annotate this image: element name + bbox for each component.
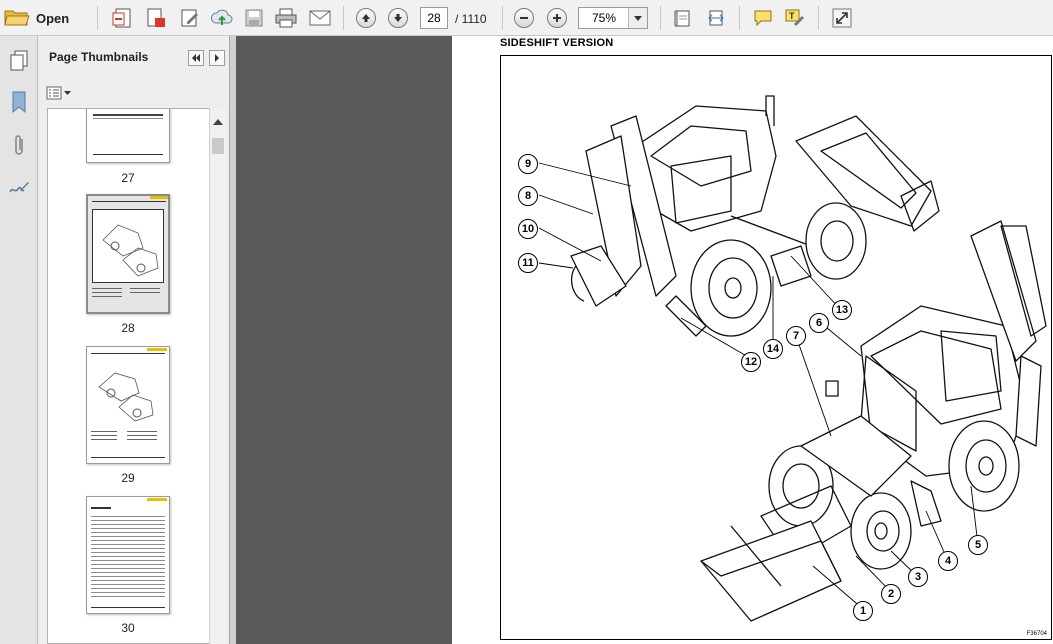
scroll-up-icon[interactable]	[213, 114, 223, 128]
zoom-select[interactable]: 75%	[578, 7, 648, 29]
save-icon[interactable]	[242, 6, 266, 30]
thumbnail-page-28[interactable]	[86, 194, 170, 314]
attachments-icon[interactable]	[7, 134, 31, 158]
svg-text:T: T	[789, 11, 795, 21]
toolbar-separator	[818, 6, 819, 30]
thumbnail-page-29[interactable]	[86, 346, 170, 464]
highlight-icon[interactable]: T	[783, 6, 807, 30]
chevron-down-icon[interactable]	[628, 8, 647, 28]
panel-title: Page Thumbnails	[49, 50, 149, 64]
page-heading: SIDESHIFT VERSION	[500, 37, 614, 49]
convert-icon[interactable]	[144, 6, 168, 30]
callout-7: 7	[786, 326, 806, 346]
thumbnail-label: 28	[121, 321, 135, 335]
toolbar-separator	[660, 6, 661, 30]
fullscreen-icon[interactable]	[830, 6, 854, 30]
zoom-out-icon[interactable]	[512, 6, 536, 30]
callout-12: 12	[741, 352, 761, 372]
thumbnail-scrollbar[interactable]	[209, 108, 227, 644]
callout-3: 3	[908, 567, 928, 587]
toolbar-separator	[97, 6, 98, 30]
page-number-input[interactable]: 28	[420, 7, 448, 29]
page-thumbnails-icon[interactable]	[7, 48, 31, 72]
cloud-upload-icon[interactable]	[210, 6, 234, 30]
open-label: Open	[36, 10, 70, 26]
callout-14: 14	[763, 339, 783, 359]
edit-icon[interactable]	[178, 6, 202, 30]
create-pdf-icon[interactable]	[110, 6, 134, 30]
toolbar-separator	[502, 6, 503, 30]
thumbnail-label: 27	[121, 171, 135, 185]
options-menu-button[interactable]	[46, 84, 72, 102]
bookmarks-icon[interactable]	[7, 90, 31, 114]
fit-width-icon[interactable]	[704, 6, 728, 30]
callout-9: 9	[518, 154, 538, 174]
figure-id: F36704	[1026, 631, 1047, 637]
toolbar-separator	[739, 6, 740, 30]
thumbnail-page-27[interactable]	[86, 109, 170, 163]
thumbnail-label: 30	[121, 621, 135, 635]
figure-frame: 9 8 10 11 12 14 13 7 6 1 2 3 4 5 F36704	[500, 55, 1052, 640]
comment-icon[interactable]	[751, 6, 775, 30]
navigation-pane-strip	[0, 36, 38, 644]
folder-open-icon	[4, 7, 30, 30]
callout-11: 11	[518, 253, 538, 273]
page-thumbnails-panel: Page Thumbnails 27 28 29 30	[38, 36, 230, 644]
page-total-label: / 1110	[455, 12, 487, 26]
callout-5: 5	[968, 535, 988, 555]
document-page: SIDESHIFT VERSION 9 8 10 11 12 14 13 7 6…	[452, 36, 1053, 644]
zoom-in-icon[interactable]	[545, 6, 569, 30]
signatures-icon[interactable]	[7, 176, 31, 200]
expand-panel-icon[interactable]	[209, 50, 225, 66]
previous-page-icon[interactable]	[354, 6, 378, 30]
callout-8: 8	[518, 186, 538, 206]
callout-6: 6	[809, 313, 829, 333]
toolbar: Open 28 / 1110 75% T	[0, 0, 1053, 36]
email-icon[interactable]	[308, 6, 332, 30]
zoom-value: 75%	[591, 11, 617, 25]
thumbnail-label: 29	[121, 471, 135, 485]
toolbar-separator	[343, 6, 344, 30]
thumbnail-list[interactable]: 27 28 29 30	[47, 108, 210, 644]
thumbnail-page-30[interactable]	[86, 496, 170, 614]
callout-4: 4	[938, 551, 958, 571]
collapse-panel-icon[interactable]	[188, 50, 204, 66]
next-page-icon[interactable]	[386, 6, 410, 30]
callout-1: 1	[853, 601, 873, 621]
callout-2: 2	[881, 584, 901, 604]
scrollbar-thumb[interactable]	[212, 138, 224, 154]
callout-13: 13	[832, 300, 852, 320]
fit-page-icon[interactable]	[671, 6, 695, 30]
print-icon[interactable]	[274, 6, 298, 30]
callout-10: 10	[518, 219, 538, 239]
open-button[interactable]: Open	[4, 6, 69, 30]
